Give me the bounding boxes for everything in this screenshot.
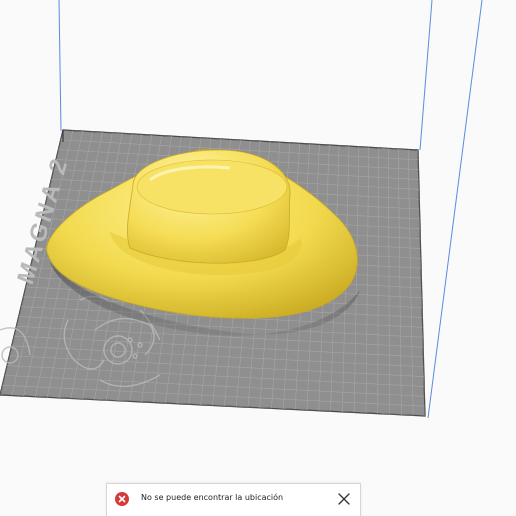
error-icon bbox=[115, 492, 129, 506]
3d-viewport[interactable]: MAGNA 2 bbox=[0, 0, 516, 516]
close-icon[interactable] bbox=[338, 493, 350, 505]
error-notification: No se puede encontrar la ubicación bbox=[106, 483, 361, 516]
notification-message: No se puede encontrar la ubicación bbox=[141, 493, 284, 502]
